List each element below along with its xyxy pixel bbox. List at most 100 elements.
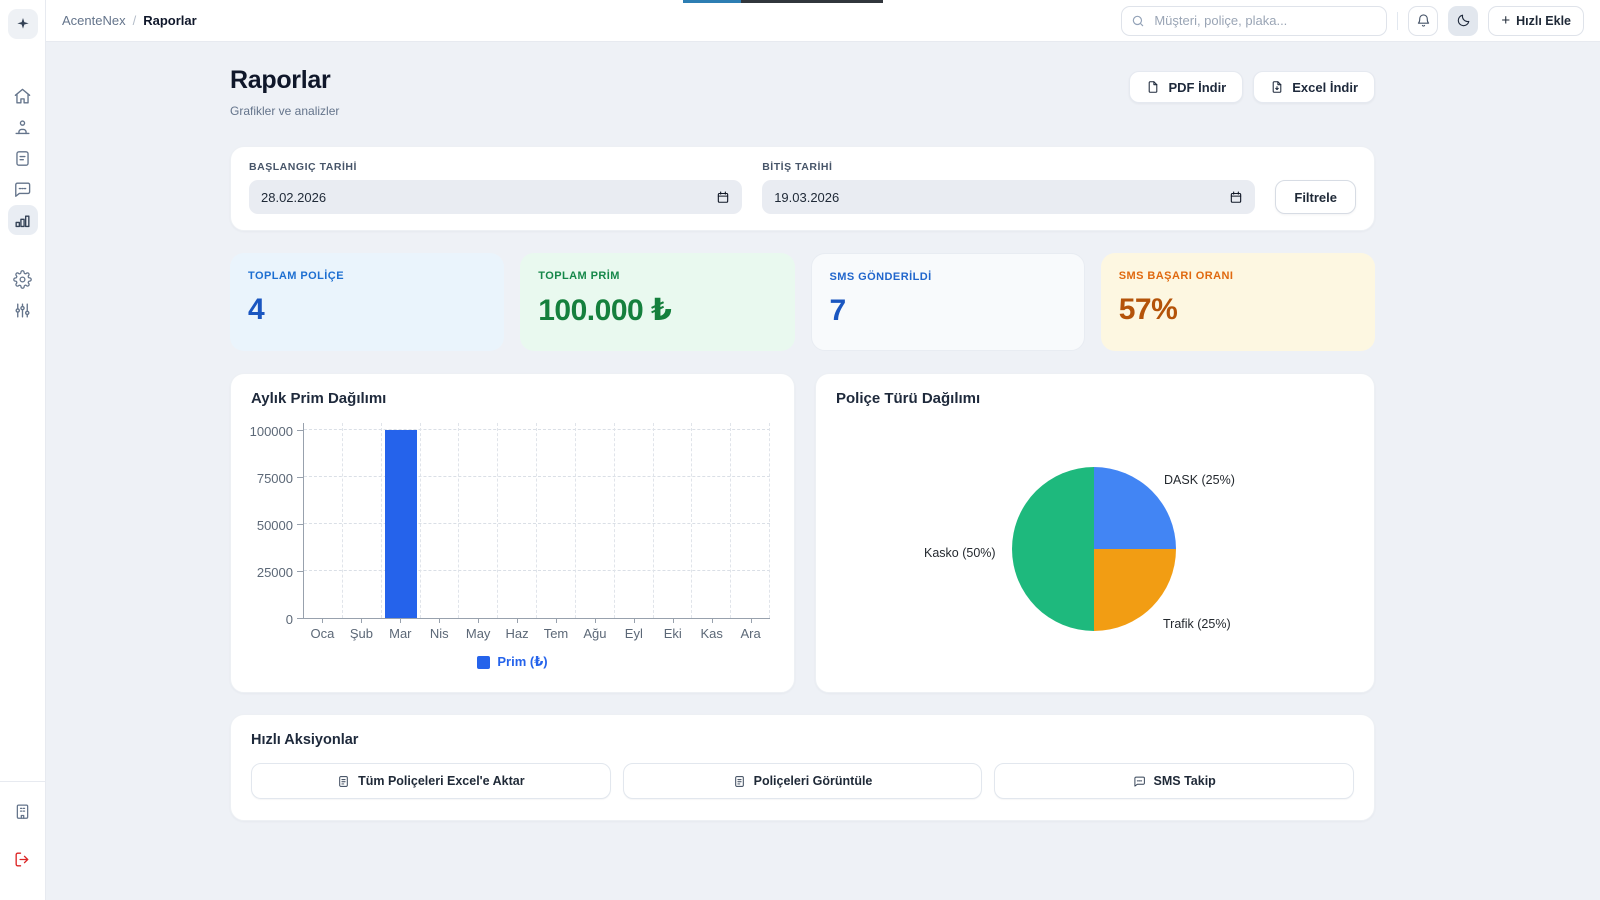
customers-icon [13,118,32,137]
x-tick-cell: Eki [653,619,692,641]
y-tick-label: 50000 [247,518,293,533]
end-date-input[interactable]: 19.03.2026 [762,180,1255,214]
monthly-premium-chart-card: Aylık Prim Dağılımı 02500050000750001000… [230,373,795,693]
calendar-icon[interactable] [1229,190,1243,204]
bar-column-Şub [343,423,382,618]
export-all-policies-button[interactable]: Tüm Poliçeleri Excel'e Aktar [251,763,611,799]
sidebar-item-logout[interactable] [8,844,38,874]
x-tick-label: Kas [692,626,731,641]
x-tick-mark [673,619,674,623]
sparkle-icon [15,16,31,32]
x-tick-mark [556,619,557,623]
bar-column-Tem [537,423,576,618]
x-tick-mark [595,619,596,623]
sms-tracking-button[interactable]: SMS Takip [994,763,1354,799]
x-tick-cell: Eyl [614,619,653,641]
bar-column-Nis [420,423,459,618]
stat-sms-sent: SMS GÖNDERİLDİ 7 [811,253,1085,351]
bar-chart-legend: Prim (₺) [251,654,774,670]
bar-column-Haz [498,423,537,618]
browser-loading-artifact [683,0,883,3]
dark-mode-toggle[interactable] [1448,6,1478,36]
x-tick-label: Oca [303,626,342,641]
chat-icon [13,180,32,199]
x-tick-label: Ağu [575,626,614,641]
pie-chart: DASK (25%) Trafik (25%) Kasko (50%) [836,415,1354,667]
stats-row: TOPLAM POLİÇE 4 TOPLAM PRİM 100.000 ₺ SM… [230,253,1375,351]
x-tick-mark [634,619,635,623]
quick-action-label: Poliçeleri Görüntüle [754,774,873,788]
sidebar-bottom [0,781,45,900]
bar-column-Eki [653,423,692,618]
quick-action-label: SMS Takip [1154,774,1216,788]
y-tick-label: 25000 [247,565,293,580]
pie-chart-title: Poliçe Türü Dağılımı [836,390,1354,407]
page-subtitle: Grafikler ve analizler [230,104,339,118]
x-tick-label: Eki [653,626,692,641]
calendar-icon[interactable] [716,190,730,204]
x-tick-label: Tem [537,626,576,641]
file-download-icon [1270,80,1284,94]
stat-total-premium: TOPLAM PRİM 100.000 ₺ [520,253,794,351]
x-tick-cell: Nis [420,619,459,641]
policy-type-chart-card: Poliçe Türü Dağılımı DASK (25%) Trafik (… [815,373,1375,693]
home-icon [13,87,32,106]
stat-value: 7 [830,294,1066,328]
x-tick-cell: Mar [381,619,420,641]
bar-column-Kas [692,423,731,618]
page-header: Raporlar Grafikler ve analizler PDF İndi… [230,66,1375,118]
sidebar-item-home[interactable] [8,81,38,111]
x-tick-cell: Kas [692,619,731,641]
stat-total-policies: TOPLAM POLİÇE 4 [230,253,504,351]
logout-icon [13,850,32,869]
quick-add-button[interactable]: + Hızlı Ekle [1488,6,1584,36]
bar-Mar [385,430,417,618]
bar-chart-icon [13,211,32,230]
sidebar-item-messages[interactable] [8,174,38,204]
building-icon [13,802,32,821]
file-icon [733,775,746,788]
bar-column-Ağu [576,423,615,618]
sidebar-item-reports[interactable] [8,205,38,235]
x-tick-cell: Tem [537,619,576,641]
x-tick-label: May [459,626,498,641]
end-date-field: BİTİŞ TARİHİ 19.03.2026 [762,161,1255,214]
start-date-field: BAŞLANGIÇ TARİHİ 28.02.2026 [249,161,742,214]
excel-button-label: Excel İndir [1292,80,1358,95]
view-policies-button[interactable]: Poliçeleri Görüntüle [623,763,983,799]
sidebar-item-settings[interactable] [8,264,38,294]
bar-column-Eyl [615,423,654,618]
x-tick-label: Ara [731,626,770,641]
filter-button[interactable]: Filtrele [1275,180,1356,214]
pdf-download-button[interactable]: PDF İndir [1129,71,1243,103]
date-filter-card: BAŞLANGIÇ TARİHİ 28.02.2026 BİTİŞ TARİHİ… [230,146,1375,231]
start-date-input[interactable]: 28.02.2026 [249,180,742,214]
start-date-label: BAŞLANGIÇ TARİHİ [249,161,742,173]
sidebar-item-preferences[interactable] [8,295,38,325]
search-input[interactable] [1121,6,1387,36]
stat-label: TOPLAM POLİÇE [248,270,486,282]
file-icon [1146,80,1160,94]
app-logo[interactable] [8,9,38,39]
sidebar-item-company[interactable] [8,796,38,826]
artifact-blue-segment [683,0,741,3]
stat-value: 4 [248,293,486,327]
bar-chart: 0250005000075000100000 [251,423,774,619]
chat-icon [1133,775,1146,788]
sidebar-item-customers[interactable] [8,112,38,142]
page-scroll-area[interactable]: Raporlar Grafikler ve analizler PDF İndi… [46,42,1600,900]
stat-label: SMS BAŞARI ORANI [1119,270,1357,282]
breadcrumb-app[interactable]: AcenteNex [62,13,126,28]
sidebar-item-policies[interactable] [8,143,38,173]
x-tick-mark [751,619,752,623]
notifications-button[interactable] [1408,6,1438,36]
excel-download-button[interactable]: Excel İndir [1253,71,1375,103]
page-title: Raporlar [230,66,339,95]
pdf-button-label: PDF İndir [1168,80,1226,95]
sliders-icon [13,301,32,320]
x-tick-mark [361,619,362,623]
bar-column-Ara [731,423,770,618]
stat-value: 100.000 ₺ [538,293,776,328]
pie-label-dask: DASK (25%) [1164,473,1235,487]
bar-columns [304,423,770,618]
